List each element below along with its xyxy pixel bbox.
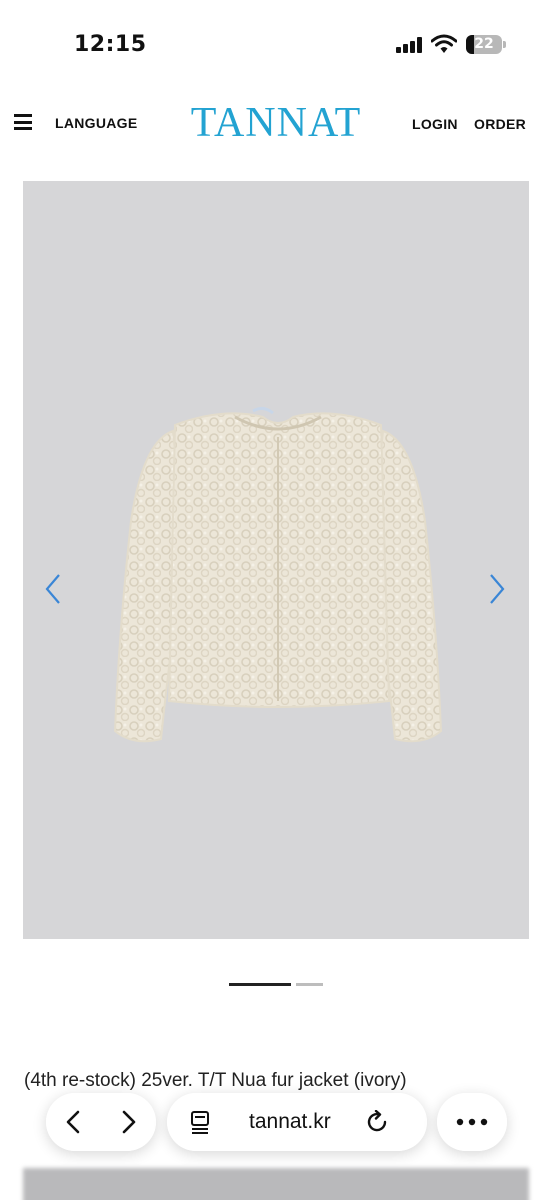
hamburger-menu-icon[interactable] — [14, 114, 32, 130]
status-time: 12:15 — [74, 32, 147, 57]
language-link[interactable]: LANGUAGE — [55, 115, 138, 131]
battery-level: 22 — [474, 36, 494, 52]
tabs-icon[interactable] — [189, 1110, 211, 1134]
url-text[interactable]: tannat.kr — [249, 1110, 331, 1134]
forward-icon[interactable] — [120, 1110, 138, 1134]
wifi-icon — [431, 34, 457, 53]
carousel-prev-icon[interactable] — [41, 569, 67, 609]
product-image-carousel[interactable] — [23, 181, 529, 939]
fur-jacket-image — [113, 406, 443, 743]
reload-icon[interactable] — [365, 1110, 389, 1134]
battery-tip — [503, 41, 506, 48]
status-bar: 12:15 22 — [0, 0, 552, 90]
blurred-content — [23, 1168, 529, 1200]
back-icon[interactable] — [64, 1110, 82, 1134]
battery-icon: 22 — [466, 35, 502, 54]
carousel-indicator-active[interactable] — [229, 983, 291, 986]
address-bar[interactable]: tannat.kr — [167, 1093, 427, 1151]
browser-toolbar: tannat.kr — [0, 1086, 552, 1166]
carousel-next-icon[interactable] — [483, 569, 509, 609]
site-logo[interactable]: TANNAT — [188, 100, 364, 146]
order-link[interactable]: ORDER — [474, 116, 526, 132]
cellular-signal-icon — [396, 37, 422, 53]
more-icon[interactable] — [456, 1118, 488, 1126]
carousel-indicator[interactable] — [296, 983, 323, 986]
login-link[interactable]: LOGIN — [412, 116, 458, 132]
more-button[interactable] — [437, 1093, 507, 1151]
browser-nav-group — [46, 1093, 156, 1151]
